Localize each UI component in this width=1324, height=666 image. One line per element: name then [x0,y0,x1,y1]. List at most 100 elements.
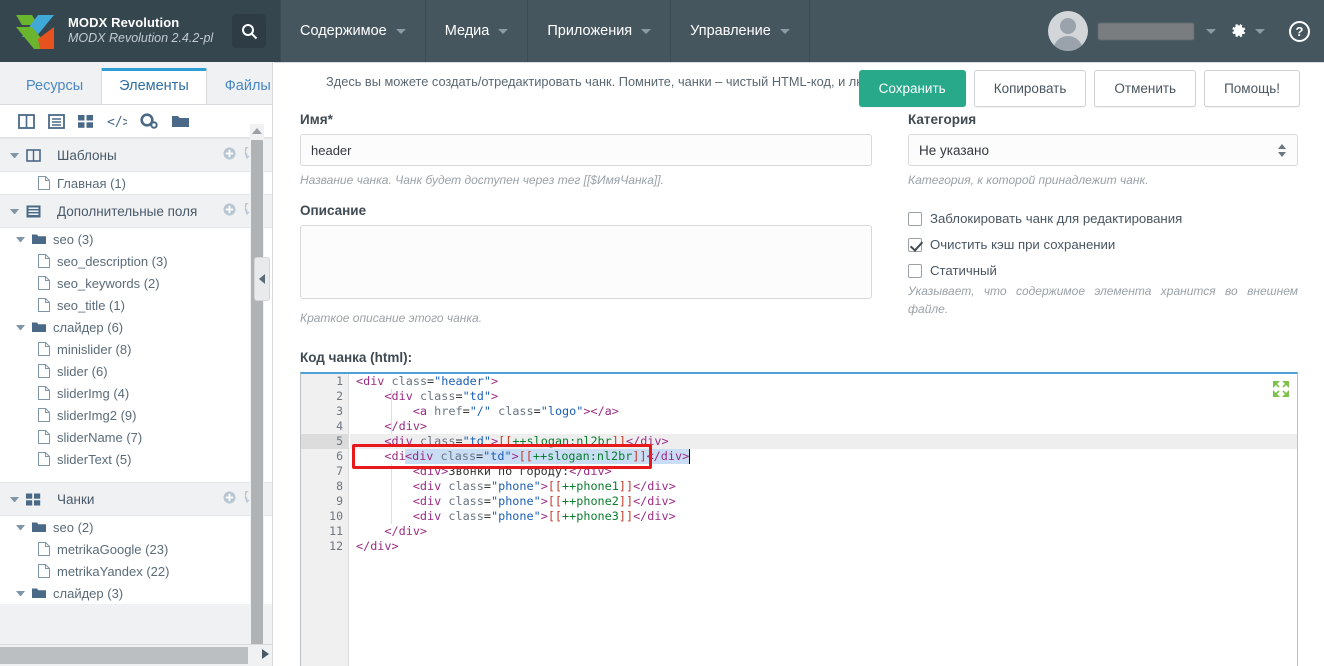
tree-folder-seo[interactable]: seo (3) [0,228,272,250]
code-editor-label: Код чанка (html): [300,349,413,365]
tree-item-slider[interactable]: slider (6) [0,360,272,382]
chunks-icon [26,493,41,506]
chevron-down-icon[interactable] [1206,28,1216,34]
tree-item-seo-keywords[interactable]: seo_keywords (2) [0,272,272,294]
tv-icon[interactable] [48,113,65,129]
help-button[interactable]: ? [1289,20,1310,42]
category-folder-icon[interactable] [172,114,189,128]
file-icon [38,408,50,422]
tree-item-seo-title[interactable]: seo_title (1) [0,294,272,316]
save-button[interactable]: Сохранить [858,70,966,107]
checkbox-lock[interactable] [908,211,922,226]
plus-circle-icon[interactable] [223,147,236,163]
form-left-column: Имя* Название чанка. Чанк будет доступен… [300,98,872,328]
code-editor[interactable]: 1 2 3 4 5 6 7 8 9 10 11 12 <div class="h… [300,371,1298,666]
nav-item-media[interactable]: Медиа [426,0,529,62]
checkbox-clearcache-row[interactable]: Очистить кэш при сохранении [908,237,1298,252]
chevron-down-icon [498,28,509,34]
line-number: 9 [336,493,343,508]
code-line: <div class="header"> [356,373,499,388]
code-line: <div class="phone">[[++phone3]]</div> [412,508,676,523]
checkbox-lock-row[interactable]: Заблокировать чанк для редактирования [908,211,1298,226]
duplicate-button[interactable]: Копировать [973,70,1087,107]
scrollbar-thumb[interactable] [0,647,248,664]
chunks-icon[interactable] [78,114,94,129]
nav-item-content[interactable]: Содержимое [280,0,426,62]
tree-group-tvs[interactable]: Дополнительные поля [0,194,272,228]
tree-item-glavnaya[interactable]: Главная (1) [0,172,272,194]
top-right-area: ? [1048,0,1324,62]
checkbox-clearcache-label: Очистить кэш при сохранении [930,237,1116,253]
sidebar-collapse-handle[interactable] [254,257,270,301]
code-line: </div> [356,538,399,553]
scroll-right-arrow-icon[interactable] [262,649,269,659]
line-number: 3 [336,403,343,418]
sidebar-vertical-scrollbar[interactable] [250,124,264,666]
tree-item-sliderimg2[interactable]: sliderImg2 (9) [0,404,272,426]
nav-item-management[interactable]: Управление [671,0,810,62]
tree-group-chunks[interactable]: Чанки [0,482,272,516]
tree-item-label: seo (2) [53,519,94,535]
line-number: 1 [336,373,343,388]
tab-files[interactable]: Файлы [207,68,272,104]
name-input[interactable] [300,134,872,166]
tree-item-metrikagoogle[interactable]: metrikaGoogle (23) [0,538,272,560]
tree-spacer [0,470,272,482]
line-number: 12 [329,538,343,553]
category-select[interactable]: Не указано [908,134,1298,166]
description-textarea[interactable] [300,225,872,300]
cancel-button[interactable]: Отменить [1094,70,1197,107]
form-right-column: Категория Не указано Категория, к которо… [908,98,1298,328]
scrollbar-thumb[interactable] [251,140,263,665]
plus-circle-icon[interactable] [223,491,236,507]
tree-item-slidername[interactable]: sliderName (7) [0,426,272,448]
checkbox-clearcache[interactable] [908,237,922,252]
tab-elements[interactable]: Элементы [101,68,207,104]
svg-text:</>: </> [107,115,127,129]
tree-item-seo-description[interactable]: seo_description (3) [0,250,272,272]
line-number: 6 [336,448,343,463]
tree-item-minislider[interactable]: minislider (8) [0,338,272,360]
chunk-form: Имя* Название чанка. Чанк будет доступен… [274,98,1324,328]
tree-group-label: Шаблоны [57,147,117,163]
sidebar-horizontal-scrollbar[interactable] [0,644,272,666]
tree-item-sliderimg[interactable]: sliderImg (4) [0,382,272,404]
checkbox-static[interactable] [908,263,922,278]
file-icon [38,276,50,290]
editor-code-area[interactable]: <div class="header"> <div class="td"> <a… [350,374,1297,666]
chevron-down-icon [16,590,25,596]
avatar[interactable] [1048,11,1088,51]
plugins-icon[interactable] [140,113,159,129]
main-navigation: Содержимое Медиа Приложения Управление [280,0,810,62]
search-button[interactable] [232,14,266,48]
tree-group-templates[interactable]: Шаблоны [0,138,272,172]
scroll-up-arrow-icon[interactable] [252,128,262,134]
settings-menu[interactable] [1220,21,1273,41]
fullscreen-icon[interactable] [1272,380,1290,403]
chevron-down-icon [16,236,25,242]
nav-label: Управление [690,23,771,39]
tree-folder-chunks-seo[interactable]: seo (2) [0,516,272,538]
templates-icon[interactable] [18,113,35,129]
plus-circle-icon[interactable] [223,203,236,219]
nav-item-applications[interactable]: Приложения [528,0,672,62]
tree-item-metrikayandex[interactable]: metrikaYandex (22) [0,560,272,582]
chevron-down-icon [641,28,652,34]
editor-selection: <div class="td">[[++slogan:nl2br]]</div> [405,448,691,464]
line-number: 10 [329,508,343,523]
checkbox-static-row[interactable]: Статичный [908,263,1298,278]
code-line: <div>Звонки по городу:</div> [412,463,612,478]
file-icon [38,542,50,556]
checkbox-lock-label: Заблокировать чанк для редактирования [930,211,1183,227]
help-button[interactable]: Помощь! [1204,70,1300,107]
line-number: 5 [301,433,348,449]
tree-item-slidertext[interactable]: sliderText (5) [0,448,272,470]
tree-folder-slider[interactable]: слайдер (6) [0,316,272,338]
text-caret [689,448,691,464]
action-buttons: Сохранить Копировать Отменить Помощь! [858,70,1300,107]
tree-folder-chunks-slider[interactable]: слайдер (3) [0,582,272,604]
tree-item-label: sliderName (7) [57,429,143,445]
snippets-icon[interactable]: </> [107,114,127,129]
tab-resources[interactable]: Ресурсы [8,68,101,104]
tree-item-label: metrikaGoogle (23) [57,541,169,557]
